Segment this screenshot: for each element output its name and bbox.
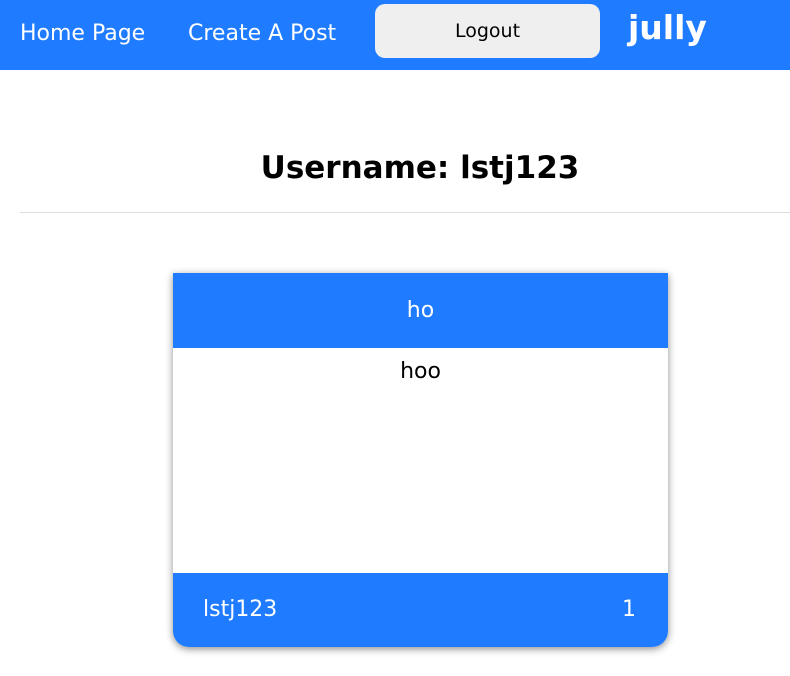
divider bbox=[20, 212, 790, 213]
logout-button[interactable]: Logout bbox=[375, 4, 600, 58]
post-author-link[interactable]: lstj123 bbox=[203, 573, 277, 647]
profile-username-heading: Username: lstj123 bbox=[260, 150, 580, 186]
post-footer: lstj123 1 bbox=[173, 573, 668, 647]
nav-create-post-link[interactable]: Create A Post bbox=[188, 18, 336, 50]
post-title: ho bbox=[173, 273, 668, 348]
nav-home-link[interactable]: Home Page bbox=[20, 18, 145, 50]
post-body: hoo bbox=[173, 348, 668, 573]
post-like-count: 1 bbox=[622, 597, 636, 622]
post-card[interactable]: ho hoo lstj123 1 bbox=[173, 273, 668, 647]
current-user-name: jully bbox=[628, 8, 707, 47]
navbar: Home Page Create A Post Logout jully bbox=[0, 0, 790, 70]
